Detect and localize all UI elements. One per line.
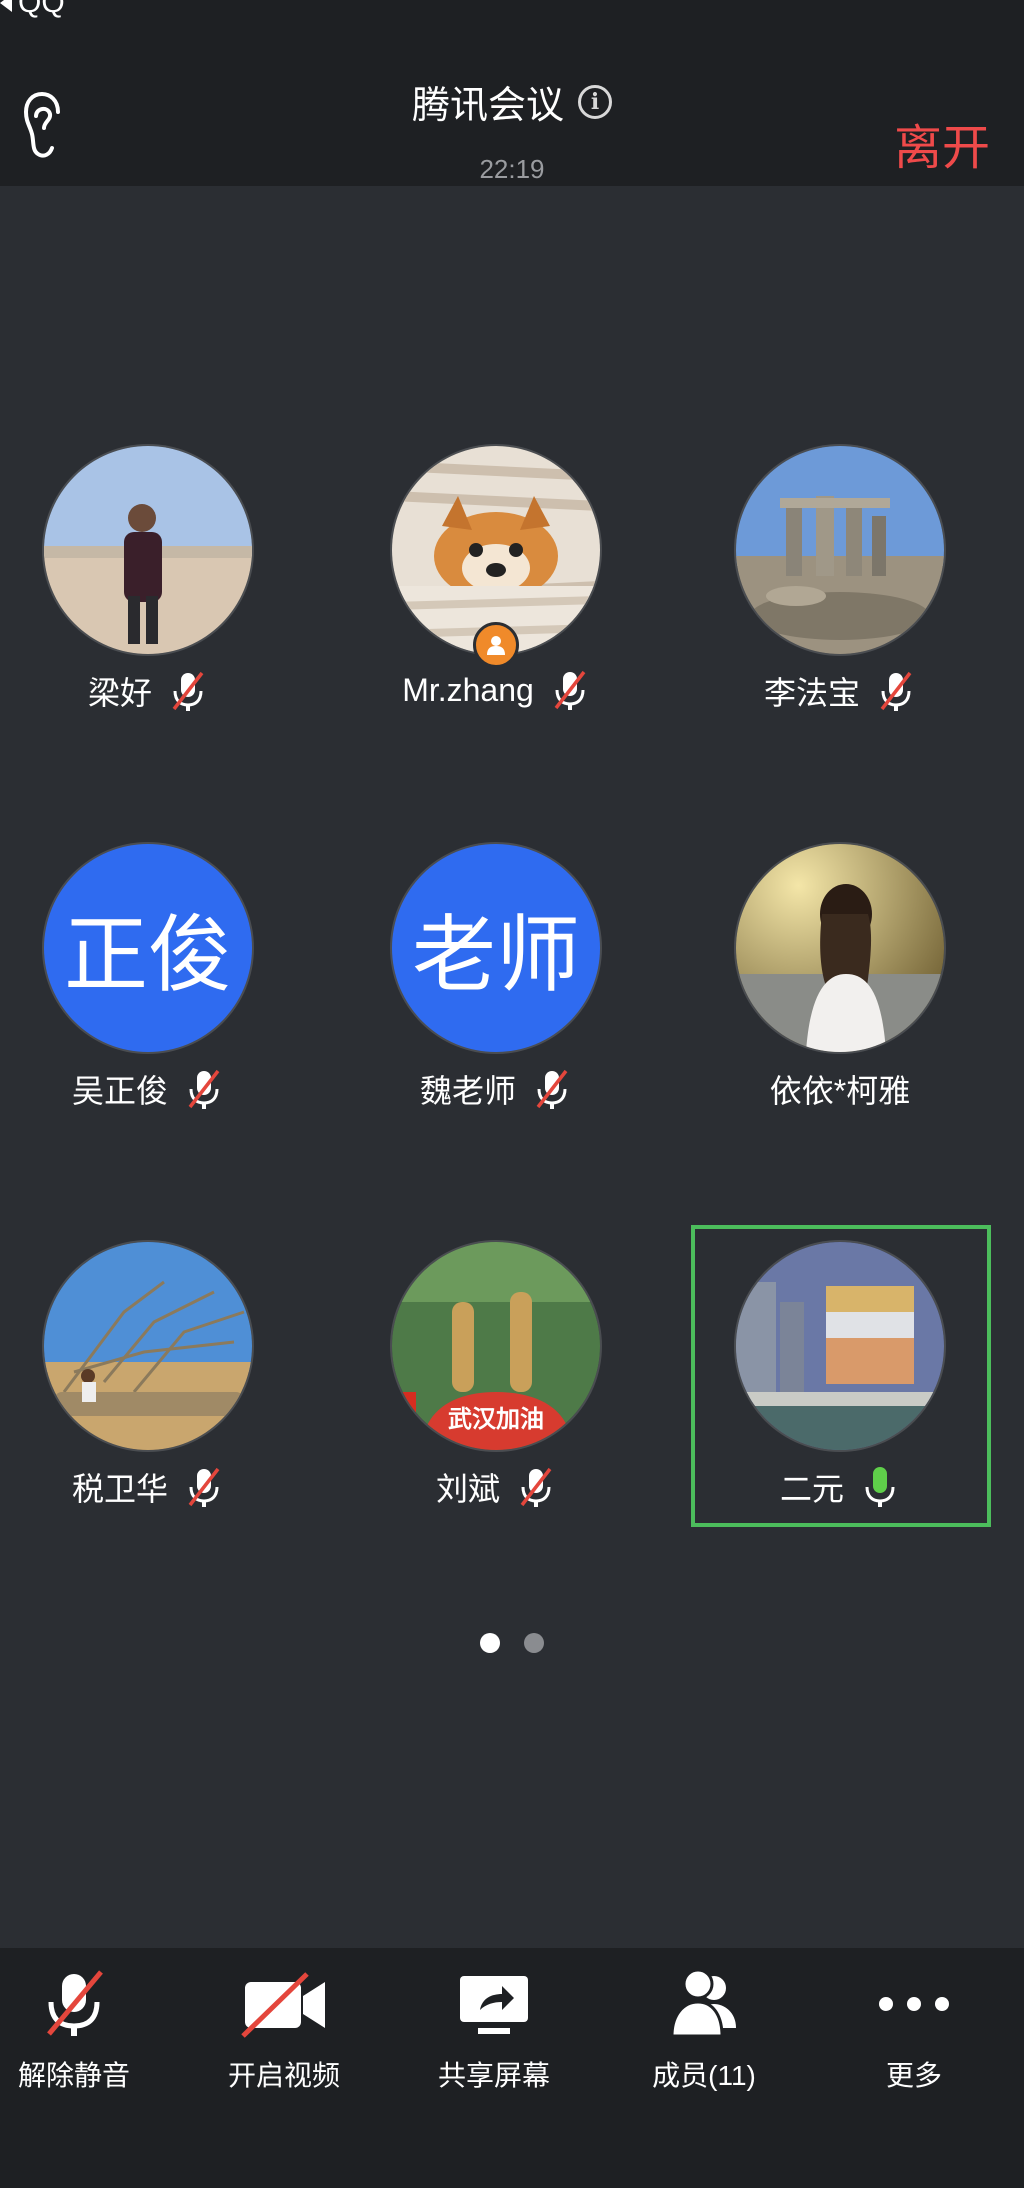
bottom-toolbar: 解除静音 开启视频 共享屏幕 成员(11) 更多 — [0, 1948, 1024, 2188]
host-badge-icon — [473, 622, 519, 668]
mic-muted-icon — [188, 1069, 220, 1109]
status-bar — [0, 0, 1024, 18]
back-to-app[interactable]: QQ — [0, 0, 65, 20]
participant-name: 刘斌 — [435, 1471, 500, 1507]
participant-name-row: 二元 — [692, 1464, 988, 1510]
video-off-icon — [241, 1972, 325, 2038]
participant-name-row: 魏老师 — [346, 1066, 646, 1112]
participant-name: 梁好 — [87, 675, 152, 711]
mic-muted-icon — [172, 671, 204, 711]
page-dot[interactable] — [524, 1633, 544, 1653]
participant-tile[interactable]: 税卫华 — [0, 1242, 296, 1532]
mic-muted-icon — [520, 1467, 552, 1507]
share-screen-label: 共享屏幕 — [437, 2060, 550, 2091]
mic-muted-icon — [47, 1970, 103, 2036]
avatar — [736, 1242, 944, 1450]
share-screen-button[interactable]: 共享屏幕 — [394, 1968, 594, 2094]
more-dots-icon — [879, 1997, 949, 2011]
avatar-initials: 正俊 — [44, 844, 252, 1052]
avatar: 武汉加油 — [392, 1242, 600, 1450]
participant-name-row: 依依*柯雅 — [692, 1066, 988, 1112]
participant-name: 魏老师 — [419, 1073, 516, 1109]
info-icon[interactable]: i — [578, 84, 612, 119]
participant-name-row: 李法宝 — [692, 668, 988, 714]
participant-name-row: 吴正俊 — [0, 1066, 296, 1112]
participant-name-row: 刘斌 — [346, 1464, 646, 1510]
participant-tile[interactable]: 二元 — [692, 1242, 988, 1532]
page-dot-active[interactable] — [480, 1633, 500, 1653]
avatar — [44, 446, 252, 654]
avatar — [736, 446, 944, 654]
share-screen-icon — [460, 1976, 528, 2034]
mic-muted-icon — [880, 671, 912, 711]
avatar-caption: 武汉加油 — [448, 1405, 544, 1433]
meeting-title[interactable]: 腾讯会议 i — [412, 74, 612, 129]
participant-name: 李法宝 — [763, 675, 860, 711]
mic-muted-icon — [536, 1069, 568, 1109]
avatar — [44, 1242, 252, 1450]
participant-tile[interactable]: 老师 魏老师 — [346, 844, 646, 1134]
back-app-label: QQ — [18, 0, 65, 19]
mic-muted-icon — [188, 1467, 220, 1507]
participant-name: Mr.zhang — [402, 671, 534, 708]
participant-tile[interactable]: 武汉加油 刘斌 — [346, 1242, 646, 1532]
participant-name-row: Mr.zhang — [346, 668, 646, 712]
participant-tile[interactable]: 正俊 吴正俊 — [0, 844, 296, 1134]
participant-tile[interactable]: 梁好 — [0, 446, 296, 736]
meeting-title-text: 腾讯会议 — [411, 85, 564, 127]
back-arrow-icon — [0, 0, 12, 12]
participant-name: 依依*柯雅 — [769, 1073, 911, 1109]
more-button[interactable]: 更多 — [814, 1968, 1014, 2094]
mic-muted-icon — [554, 670, 586, 710]
avatar-initials: 老师 — [392, 844, 600, 1052]
participant-tile[interactable]: Mr.zhang — [346, 446, 646, 736]
unmute-label: 解除静音 — [17, 2060, 130, 2091]
start-video-label: 开启视频 — [227, 2060, 340, 2091]
meeting-time: 22:19 — [479, 154, 545, 184]
leave-button[interactable]: 离开 — [894, 108, 990, 178]
members-icon — [670, 1968, 736, 2038]
members-label: 成员(11) — [652, 2060, 756, 2091]
participant-tile[interactable]: 依依*柯雅 — [692, 844, 988, 1134]
unmute-button[interactable]: 解除静音 — [0, 1968, 174, 2094]
participant-name: 税卫华 — [71, 1471, 168, 1507]
participant-name: 二元 — [779, 1471, 844, 1507]
meeting-header: 腾讯会议 i 22:19 离开 — [0, 18, 1024, 186]
participant-name: 吴正俊 — [71, 1073, 168, 1109]
page-indicator[interactable] — [0, 1633, 1024, 1653]
more-label: 更多 — [885, 2060, 942, 2091]
participant-tile[interactable]: 李法宝 — [692, 446, 988, 736]
avatar — [736, 844, 944, 1052]
start-video-button[interactable]: 开启视频 — [184, 1968, 384, 2094]
participant-name-row: 税卫华 — [0, 1464, 296, 1510]
participant-name-row: 梁好 — [0, 668, 296, 714]
mic-active-icon — [865, 1467, 895, 1507]
members-button[interactable]: 成员(11) — [604, 1968, 804, 2094]
